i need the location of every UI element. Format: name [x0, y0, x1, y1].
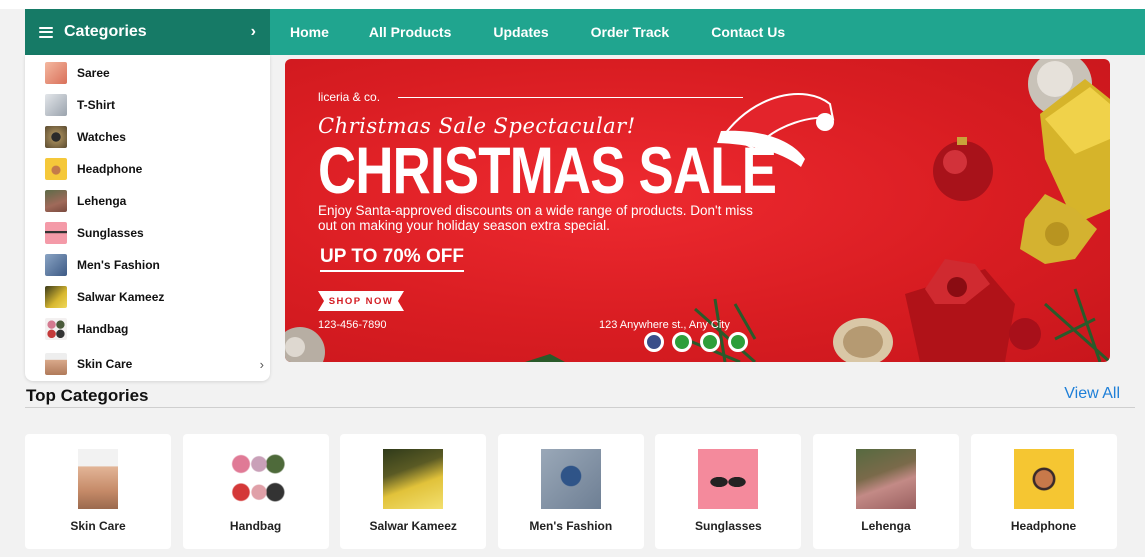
sidebar-item-salwar-kameez[interactable]: Salwar Kameez — [25, 281, 270, 313]
sidebar-item-label: Sunglasses — [77, 226, 144, 240]
sidebar-item-tshirt[interactable]: T-Shirt — [25, 89, 270, 121]
banner-phone: 123-456-7890 — [318, 319, 387, 331]
sidebar-item-lehenga[interactable]: Lehenga — [25, 185, 270, 217]
section-title: Top Categories — [26, 386, 149, 405]
sidebar-item-label: Saree — [77, 66, 110, 80]
headphone-image-icon — [1013, 449, 1074, 509]
christmas-sale-banner[interactable]: liceria & co. Christmas Sale Spectacular… — [285, 59, 1110, 362]
category-card-label: Handbag — [229, 519, 282, 533]
categories-title: Categories — [64, 23, 147, 40]
nav-link-all-products[interactable]: All Products — [367, 24, 453, 40]
category-card-label: Sunglasses — [695, 519, 762, 533]
banner-address: 123 Anywhere st., Any City — [599, 319, 730, 331]
top-categories-header: Top Categories View All — [25, 382, 1135, 408]
brand-divider — [398, 97, 743, 98]
category-cards: Skin Care Handbag Salwar Kameez Men's Fa… — [25, 434, 1128, 549]
category-sidebar: Saree T-Shirt Watches Headphone Lehenga … — [25, 55, 270, 381]
nav-links: Home All Products Updates Order Track Co… — [270, 24, 787, 40]
sidebar-item-label: Men's Fashion — [77, 258, 160, 272]
salwar-kameez-image-icon — [383, 449, 444, 509]
chevron-right-icon: › — [259, 356, 264, 372]
category-card-label: Lehenga — [861, 519, 911, 533]
banner-description: Enjoy Santa-approved discounts on a wide… — [318, 203, 753, 233]
category-card-salwar-kameez[interactable]: Salwar Kameez — [340, 434, 487, 549]
category-card-sunglasses[interactable]: Sunglasses — [655, 434, 802, 549]
nav-link-updates[interactable]: Updates — [491, 24, 550, 40]
category-card-skin-care[interactable]: Skin Care — [25, 434, 171, 549]
category-card-label: Skin Care — [70, 519, 126, 533]
category-card-handbag[interactable]: Handbag — [182, 434, 329, 549]
saree-thumb-icon — [45, 62, 67, 84]
category-card-label: Men's Fashion — [529, 519, 613, 533]
skin-care-thumb-icon — [45, 353, 67, 375]
categories-toggle-button[interactable]: Categories › — [25, 9, 270, 55]
watches-thumb-icon — [45, 126, 67, 148]
category-card-label: Salwar Kameez — [369, 519, 457, 533]
sidebar-item-label: Salwar Kameez — [77, 290, 165, 304]
sidebar-item-label: Watches — [77, 130, 126, 144]
sidebar-item-handbag[interactable]: Handbag — [25, 313, 270, 345]
sidebar-item-skin-care[interactable]: Skin Care › — [25, 345, 270, 383]
slider-dots — [644, 332, 756, 352]
lehenga-thumb-icon — [45, 190, 67, 212]
slider-dot-1[interactable] — [644, 332, 664, 352]
mens-fashion-thumb-icon — [45, 254, 67, 276]
sidebar-item-label: Headphone — [77, 162, 143, 176]
top-strip — [0, 0, 1145, 9]
category-card-lehenga[interactable]: Lehenga — [812, 434, 959, 549]
sidebar-item-label: Skin Care — [77, 357, 133, 371]
slider-dot-4[interactable] — [728, 332, 748, 352]
sunglasses-thumb-icon — [45, 222, 67, 244]
banner-headline: CHRISTMAS SALE — [318, 133, 777, 207]
headphone-thumb-icon — [45, 158, 67, 180]
sidebar-item-label: T-Shirt — [77, 98, 115, 112]
banner-offer: UP TO 70% OFF — [320, 246, 464, 272]
sidebar-item-label: Handbag — [77, 322, 129, 336]
banner-brand: liceria & co. — [318, 90, 381, 104]
sidebar-item-headphone[interactable]: Headphone — [25, 153, 270, 185]
sidebar-item-mens-fashion[interactable]: Men's Fashion — [25, 249, 270, 281]
slider-dot-3[interactable] — [700, 332, 720, 352]
main-navbar: Categories › Home All Products Updates O… — [25, 9, 1145, 55]
shop-now-button[interactable]: SHOP NOW — [318, 291, 404, 311]
slider-dot-2[interactable] — [672, 332, 692, 352]
sidebar-item-sunglasses[interactable]: Sunglasses — [25, 217, 270, 249]
nav-link-order-track[interactable]: Order Track — [589, 24, 672, 40]
category-card-mens-fashion[interactable]: Men's Fashion — [497, 434, 644, 549]
sidebar-item-saree[interactable]: Saree — [25, 57, 270, 89]
salwar-kameez-thumb-icon — [45, 286, 67, 308]
category-card-label: Headphone — [1010, 519, 1077, 533]
handbag-image-icon — [225, 449, 286, 509]
category-card-headphone[interactable]: Headphone — [970, 434, 1117, 549]
mens-fashion-image-icon — [540, 449, 601, 509]
chevron-right-icon: › — [250, 23, 256, 40]
sidebar-item-watches[interactable]: Watches — [25, 121, 270, 153]
sidebar-item-label: Lehenga — [77, 194, 127, 208]
handbag-thumb-icon — [45, 318, 67, 340]
lehenga-image-icon — [855, 449, 916, 509]
sunglasses-image-icon — [698, 449, 759, 509]
view-all-link[interactable]: View All — [1064, 385, 1120, 403]
tshirt-thumb-icon — [45, 94, 67, 116]
skin-care-image-icon — [78, 449, 118, 509]
nav-link-home[interactable]: Home — [288, 24, 331, 40]
nav-link-contact-us[interactable]: Contact Us — [709, 24, 787, 40]
hamburger-menu-icon — [39, 26, 53, 38]
